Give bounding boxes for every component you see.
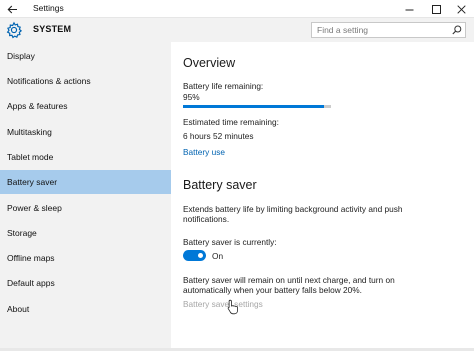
gear-icon <box>6 21 23 39</box>
time-remaining-label: Estimated time remaining: <box>183 117 279 127</box>
battery-level-bar <box>183 105 331 108</box>
battery-saver-toggle[interactable] <box>183 250 206 261</box>
sidebar-item-default-apps[interactable]: Default apps <box>0 271 171 295</box>
sidebar-item-notifications[interactable]: Notifications & actions <box>0 69 171 93</box>
window-title: Settings <box>33 3 64 13</box>
maximize-button[interactable] <box>423 0 449 18</box>
sidebar-item-about[interactable]: About <box>0 297 171 321</box>
maximize-icon <box>431 4 441 14</box>
battery-saver-description-line2: notifications. <box>183 214 230 224</box>
minimize-button[interactable] <box>396 0 422 18</box>
battery-saver-status-label: Battery saver is currently: <box>183 237 277 247</box>
battery-use-link[interactable]: Battery use <box>183 147 225 158</box>
battery-life-label: Battery life remaining: <box>183 81 264 91</box>
minimize-icon <box>405 9 413 10</box>
battery-saver-remain-line2: automatically when your battery falls be… <box>183 285 362 295</box>
sidebar-item-apps-features[interactable]: Apps & features <box>0 94 171 118</box>
toggle-state-label: On <box>212 251 224 261</box>
battery-saver-heading: Battery saver <box>183 178 257 192</box>
main-content: Overview Battery life remaining: 95% Est… <box>171 42 474 351</box>
toggle-knob <box>198 253 203 258</box>
sidebar-nav: Display Notifications & actions Apps & f… <box>0 42 171 351</box>
back-button[interactable] <box>0 0 24 18</box>
time-remaining-value: 6 hours 52 minutes <box>183 131 254 141</box>
sidebar-item-storage[interactable]: Storage <box>0 221 171 245</box>
sidebar-item-battery-saver[interactable]: Battery saver <box>0 170 171 194</box>
sidebar-item-multitasking[interactable]: Multitasking <box>0 120 171 144</box>
sidebar-item-display[interactable]: Display <box>0 44 171 68</box>
sidebar-item-offline-maps[interactable]: Offline maps <box>0 246 171 270</box>
search-input[interactable] <box>312 23 444 37</box>
search-box[interactable] <box>311 22 466 38</box>
settings-header: SYSTEM <box>0 18 474 42</box>
sidebar-item-power-sleep[interactable]: Power & sleep <box>0 196 171 220</box>
search-icon[interactable] <box>452 25 462 35</box>
section-title: SYSTEM <box>33 24 72 34</box>
title-bar: Settings <box>0 0 474 18</box>
sidebar-item-tablet-mode[interactable]: Tablet mode <box>0 145 171 169</box>
battery-level-fill <box>183 105 324 108</box>
battery-life-value: 95% <box>183 92 200 102</box>
mouse-pointer-icon <box>227 299 238 315</box>
back-arrow-icon <box>7 5 17 13</box>
overview-heading: Overview <box>183 56 236 70</box>
battery-saver-settings-link[interactable]: Battery saver settings <box>183 299 263 310</box>
close-button[interactable] <box>448 0 474 18</box>
close-icon <box>456 4 466 14</box>
